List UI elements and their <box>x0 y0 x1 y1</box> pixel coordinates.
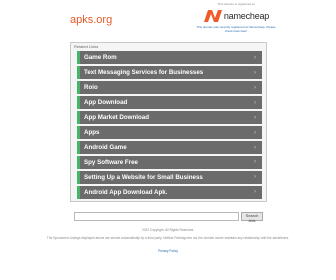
related-links-panel: Related Links Game Rom › Text Messaging … <box>70 42 267 202</box>
related-link-roio[interactable]: Roio › <box>77 80 262 95</box>
privacy-policy-link[interactable]: Privacy Policy <box>30 249 306 253</box>
related-link-app-market-download[interactable]: App Market Download › <box>77 110 262 125</box>
related-link-spy-software[interactable]: Spy Software Free › <box>77 155 262 170</box>
link-label: Spy Software Free <box>84 158 138 166</box>
link-label: Android App Download Apk. <box>84 188 168 196</box>
link-label: Apps <box>84 129 100 137</box>
chevron-right-icon: › <box>254 114 256 121</box>
related-link-android-game[interactable]: Android Game › <box>77 140 262 155</box>
related-links-list: Game Rom › Text Messaging Services for B… <box>77 51 262 201</box>
namecheap-logo-icon <box>203 10 222 22</box>
footer-disclaimer: The Sponsored Listings displayed above a… <box>46 236 290 240</box>
link-label: Text Messaging Services for Businesses <box>84 69 204 77</box>
domain-title: apks.org <box>70 14 113 26</box>
related-link-apps[interactable]: Apps › <box>77 125 262 140</box>
chevron-right-icon: › <box>254 189 256 196</box>
search-input[interactable] <box>74 212 239 221</box>
promo-owner-line: This domain is registered at <box>217 2 255 6</box>
link-label: Android Game <box>84 144 127 151</box>
related-link-game-rom[interactable]: Game Rom › <box>77 51 262 65</box>
chevron-right-icon: › <box>254 84 256 91</box>
registrar-promo[interactable]: This domain is registered at namecheap T… <box>196 2 276 33</box>
link-label: Roio <box>84 84 98 92</box>
link-label: App Market Download <box>84 114 149 122</box>
brand-name: namecheap <box>223 11 270 21</box>
related-link-website-small-business[interactable]: Setting Up a Website for Small Business … <box>77 170 262 185</box>
panel-title: Related Links <box>74 44 99 49</box>
footer-copyright: 2022 Copyright. All Rights Reserved. <box>141 228 195 232</box>
link-label: Game Rom <box>84 54 117 62</box>
related-link-android-app-apk[interactable]: Android App Download Apk. › <box>77 185 262 200</box>
chevron-right-icon: › <box>254 129 256 136</box>
link-label: Setting Up a Website for Small Business <box>84 173 203 181</box>
promo-tagline: This domain was recently registered at N… <box>196 25 276 33</box>
search-bar: Search Ads <box>74 212 263 223</box>
related-link-app-download[interactable]: App Download › <box>77 95 262 110</box>
chevron-right-icon: › <box>254 99 256 106</box>
related-link-text-messaging[interactable]: Text Messaging Services for Businesses › <box>77 65 262 80</box>
link-label: App Download <box>84 99 128 107</box>
chevron-right-icon: › <box>254 159 256 166</box>
chevron-right-icon: › <box>254 174 256 181</box>
namecheap-logo[interactable]: namecheap <box>196 8 276 24</box>
chevron-right-icon: › <box>254 69 256 76</box>
chevron-right-icon: › <box>254 54 256 61</box>
search-ads-button[interactable]: Search Ads <box>241 212 263 223</box>
chevron-right-icon: › <box>254 144 256 151</box>
